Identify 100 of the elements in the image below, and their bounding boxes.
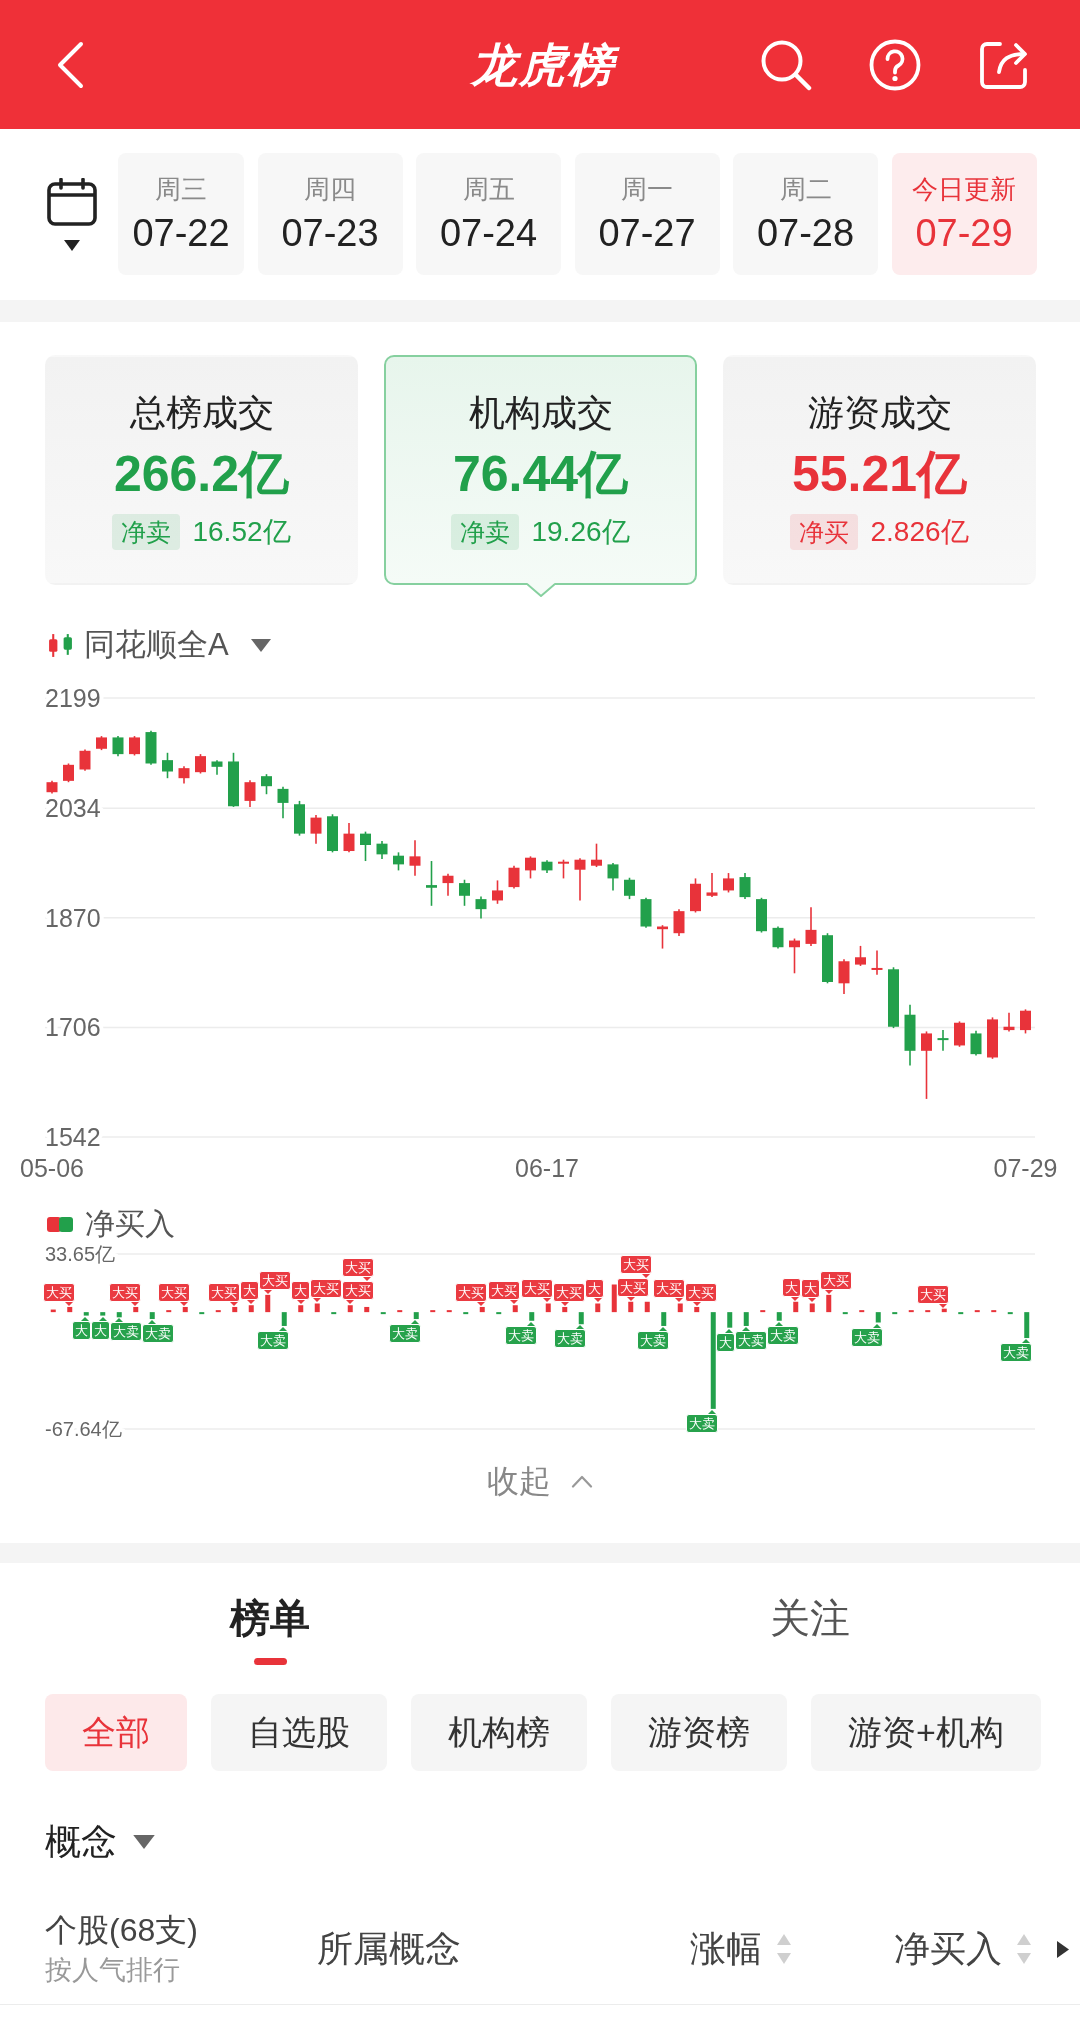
date-tab[interactable]: 周五 07-24 [416,153,561,275]
calendar-icon [47,177,97,226]
tab[interactable]: 榜单 [230,1590,310,1665]
search-icon [760,38,812,91]
bar [133,1306,139,1313]
candle [558,858,569,880]
direction-tag: 净卖 [451,514,520,550]
column-header[interactable]: 涨幅 [690,1928,894,1970]
direction-tag: 净买 [790,514,859,550]
candle [690,877,701,914]
axis-label: 1870 [45,903,101,932]
category-dropdown[interactable]: 概念 [45,1818,155,1866]
bar [908,1310,914,1313]
bar [545,1303,551,1313]
candle [871,949,883,976]
bar [364,1306,370,1313]
filter-chip[interactable]: 游资+机构 [811,1694,1041,1771]
candle [261,773,272,795]
bar [331,1312,337,1315]
bar [529,1312,535,1321]
axis-label: 07-29 [993,1154,1058,1182]
candle [162,752,173,779]
bar [1007,1312,1013,1315]
bar [743,1312,749,1326]
date-tab[interactable]: 今日更新 07-29 [891,153,1037,275]
candle [112,735,124,757]
index-dropdown[interactable]: 同花顺全A [47,626,271,664]
bar [925,1310,931,1313]
candle [211,759,223,776]
card-title: 机构成交 [468,391,613,435]
date-tab[interactable]: 周三 07-22 [118,153,244,275]
collapse-button[interactable]: 收起 [487,1456,593,1506]
card-value: 266.2亿 [113,445,290,504]
candle [343,822,355,854]
candle [624,876,635,900]
bar [644,1301,650,1313]
tab[interactable]: 关注 [770,1590,850,1665]
bar [248,1305,254,1313]
bar [1024,1312,1030,1339]
candle [79,748,91,772]
pointer-icon [526,583,555,597]
bar [859,1310,865,1313]
date-tab[interactable]: 周一 07-27 [574,153,720,275]
candle [789,937,800,975]
candle [96,735,107,751]
candle [327,813,338,854]
axis-label: 2034 [45,794,101,823]
candle [673,908,685,937]
filter-chip[interactable]: 全部 [45,1694,187,1771]
caret-icon [64,239,80,251]
bar [776,1312,782,1321]
candle [921,1030,932,1100]
column-header: 所属概念 [317,1928,462,1970]
candle [772,925,784,950]
candle [46,780,58,795]
back-button[interactable] [55,40,85,89]
legend-icon [47,1216,73,1232]
candle [475,895,487,920]
bar [842,1312,848,1315]
axis-label: 05-06 [20,1154,84,1182]
date-tab[interactable]: 周二 07-28 [733,153,878,275]
bar [446,1310,452,1313]
bar [974,1310,980,1313]
candle [822,932,833,985]
candle [195,753,206,775]
bar [628,1301,634,1313]
filter-chip[interactable]: 机构榜 [411,1694,587,1771]
filter-chip[interactable]: 游资榜 [611,1694,787,1771]
bar [496,1312,502,1315]
bar [991,1310,997,1313]
axis-label: 06-17 [515,1154,579,1182]
right-triangle-icon [1057,1940,1069,1958]
bar [809,1303,815,1313]
back-icon [55,40,85,89]
axis-label: 33.65亿 [45,1243,116,1265]
filter-chip[interactable]: 自选股 [211,1694,387,1771]
candle [607,862,619,892]
column-header[interactable]: 净买入 [894,1928,1054,1970]
bar [826,1294,832,1313]
candle [756,897,767,934]
candle [591,842,602,868]
bar [347,1305,353,1313]
search-button[interactable] [760,38,812,91]
candle [442,872,454,897]
candle [508,864,520,890]
calendar-button[interactable] [47,177,97,251]
candle [277,786,289,820]
help-button[interactable] [869,38,921,91]
date-tab[interactable]: 周四 07-23 [257,153,403,275]
bar [314,1303,320,1313]
bar [215,1310,221,1313]
caret-icon [250,638,271,652]
card-title: 游资成交 [807,391,952,435]
bar [578,1312,584,1325]
candle [574,857,586,902]
axis-label: 2199 [45,684,101,712]
candle [1020,1008,1031,1035]
candle [805,906,817,947]
bar [100,1312,106,1316]
candle [492,879,503,905]
